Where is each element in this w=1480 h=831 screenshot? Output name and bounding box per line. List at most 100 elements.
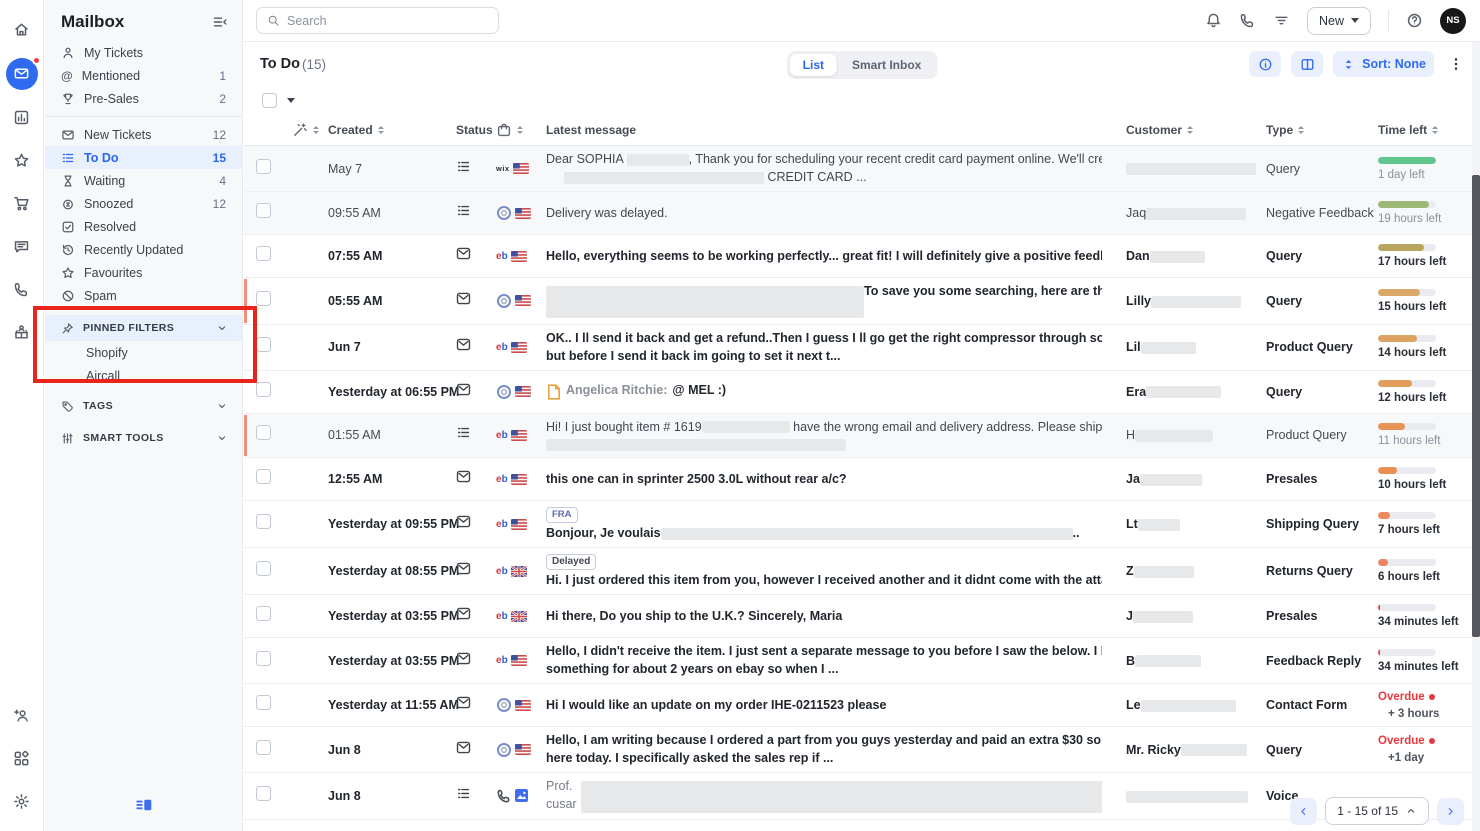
rail-favorites[interactable] — [7, 146, 37, 176]
rail-reports[interactable] — [7, 103, 37, 133]
rail-apps[interactable] — [7, 744, 37, 774]
latest-message: OK.. I ll send it back and get a refund.… — [546, 325, 1116, 370]
row-checkbox[interactable] — [256, 606, 271, 621]
sidebar-item-recently-updated[interactable]: Recently Updated — [45, 238, 242, 261]
row-checkbox[interactable] — [256, 382, 271, 397]
notifications-icon[interactable] — [1205, 12, 1222, 29]
ticket-row[interactable]: 12:55 AM eb this one can in sprinter 250… — [244, 458, 1480, 501]
row-checkbox[interactable] — [256, 337, 271, 352]
collapse-sidebar-icon[interactable] — [212, 14, 228, 30]
ticket-row[interactable]: Yesterday at 09:55 PM eb FRABonjour, Je … — [244, 501, 1480, 548]
ticket-row[interactable]: Yesterday at 11:55 AM Hi I would like an… — [244, 684, 1480, 727]
new-button[interactable]: New — [1307, 7, 1371, 35]
channel-cell: eb — [496, 251, 546, 262]
row-checkbox[interactable] — [256, 740, 271, 755]
rail-orders[interactable] — [7, 189, 37, 219]
ticket-row[interactable]: Yesterday at 06:55 PM Angelica Ritchie:@… — [244, 371, 1480, 414]
pinned-filter-shopify[interactable]: Shopify — [45, 341, 242, 364]
ticket-row[interactable]: Yesterday at 03:55 PM eb Hi there, Do yo… — [244, 595, 1480, 638]
sidebar-item-favourites[interactable]: Favourites — [45, 261, 242, 284]
sidebar-item-label: Waiting — [84, 174, 210, 188]
sidebar-item-spam[interactable]: Spam — [45, 284, 242, 307]
ticket-row[interactable]: 01:55 AM eb Hi! I just bought item # 161… — [244, 414, 1480, 459]
rail-calls[interactable] — [7, 275, 37, 305]
header-created[interactable]: Created — [328, 123, 456, 137]
created-cell: Yesterday at 09:55 PM — [328, 517, 456, 531]
header-status[interactable]: Status — [456, 123, 496, 137]
sidebar-item-mentioned[interactable]: @ Mentioned 1 — [45, 64, 242, 87]
ticket-row[interactable]: Jun 8 Hello, I am writing because I orde… — [244, 727, 1480, 773]
rail-chats[interactable] — [7, 232, 37, 262]
rail-products[interactable] — [7, 318, 37, 348]
sidebar-section-smart-tools[interactable]: SMART TOOLS — [45, 425, 242, 451]
rail-home[interactable] — [7, 15, 37, 45]
message-badge: FRA — [546, 507, 578, 523]
sidebar-section-tags[interactable]: TAGS — [45, 393, 242, 419]
next-page-button[interactable] — [1437, 798, 1464, 825]
row-checkbox[interactable] — [256, 246, 271, 261]
channel-cell — [496, 742, 546, 758]
sidebar-section-pinned-filters[interactable]: PINNED FILTERS — [45, 315, 242, 341]
prev-page-button[interactable] — [1290, 798, 1317, 825]
columns-button[interactable] — [1291, 51, 1323, 77]
select-dropdown-caret[interactable] — [287, 98, 295, 103]
more-options-button[interactable] — [1448, 56, 1464, 72]
sidebar-item-pre-sales[interactable]: Pre-Sales 2 — [45, 87, 242, 110]
mail-status-icon — [456, 246, 471, 261]
search-input[interactable]: Search — [256, 7, 499, 34]
snooze-icon — [61, 197, 75, 211]
ticket-row[interactable]: 07:55 AM eb Hello, everything seems to b… — [244, 235, 1480, 278]
row-checkbox[interactable] — [256, 291, 271, 306]
message-text: Hello, I am writing because I ordered a … — [546, 733, 1102, 748]
page-range-button[interactable]: 1 - 15 of 15 — [1325, 797, 1429, 825]
rail-invite-user[interactable] — [7, 701, 37, 731]
row-checkbox[interactable] — [256, 561, 271, 576]
pinned-filter-aircall[interactable]: Aircall — [45, 364, 242, 387]
row-checkbox[interactable] — [256, 651, 271, 666]
status-cell — [456, 469, 496, 489]
sort-button[interactable]: Sort: None — [1333, 51, 1434, 77]
header-latest-message[interactable]: Latest message — [546, 123, 1116, 137]
row-checkbox[interactable] — [256, 159, 271, 174]
scrollbar[interactable] — [1472, 42, 1480, 831]
rail-settings[interactable] — [7, 787, 37, 817]
call-icon[interactable] — [1239, 12, 1256, 29]
ticket-row[interactable]: Yesterday at 03:55 PM eb Hello, I didn't… — [244, 638, 1480, 684]
ticket-row[interactable]: Yesterday at 08:55 PM eb DelayedHi. I ju… — [244, 548, 1480, 595]
tab-smart-inbox[interactable]: Smart Inbox — [839, 54, 934, 76]
row-checkbox[interactable] — [256, 695, 271, 710]
select-all-checkbox[interactable] — [262, 93, 277, 108]
row-checkbox[interactable] — [256, 786, 271, 801]
rail-inbox[interactable] — [6, 58, 38, 90]
expand-panel-icon[interactable] — [136, 797, 152, 813]
row-checkbox[interactable] — [256, 425, 271, 440]
filter-icon[interactable] — [1273, 12, 1290, 29]
ticket-row[interactable]: 05:55 AM To save you some searching, her… — [244, 278, 1480, 325]
header-channel[interactable] — [496, 122, 546, 138]
ticket-row[interactable]: Jun 7 eb OK.. I ll send it back and get … — [244, 325, 1480, 371]
help-icon[interactable] — [1406, 12, 1423, 29]
row-checkbox[interactable] — [256, 203, 271, 218]
ticket-row[interactable]: May 7 wix Dear SOPHIA , Thank you for sc… — [244, 146, 1480, 192]
header-customer[interactable]: Customer — [1116, 123, 1256, 137]
header-smart-sort[interactable] — [292, 122, 328, 138]
message-text: Era — [1126, 385, 1146, 399]
message-text: Lil — [1126, 340, 1141, 354]
sidebar-item-snoozed[interactable]: Snoozed 12 — [45, 192, 242, 215]
info-button[interactable] — [1249, 51, 1281, 77]
avatar[interactable]: NS — [1440, 8, 1466, 34]
header-type[interactable]: Type — [1256, 123, 1368, 137]
header-time-left[interactable]: Time left — [1368, 123, 1464, 137]
sidebar-item-to-do[interactable]: To Do 15 — [45, 146, 242, 169]
tab-list[interactable]: List — [790, 54, 837, 76]
us-flag-icon — [515, 208, 531, 219]
page-range-label: 1 - 15 of 15 — [1337, 804, 1398, 818]
scrollbar-thumb[interactable] — [1472, 175, 1480, 637]
row-checkbox[interactable] — [256, 469, 271, 484]
sidebar-item-my-tickets[interactable]: My Tickets — [45, 41, 242, 64]
sidebar-item-resolved[interactable]: Resolved — [45, 215, 242, 238]
row-checkbox[interactable] — [256, 514, 271, 529]
sidebar-item-waiting[interactable]: Waiting 4 — [45, 169, 242, 192]
ticket-row[interactable]: 09:55 AM Delivery was delayed. Jaq Negat… — [244, 192, 1480, 235]
sidebar-item-new-tickets[interactable]: New Tickets 12 — [45, 123, 242, 146]
